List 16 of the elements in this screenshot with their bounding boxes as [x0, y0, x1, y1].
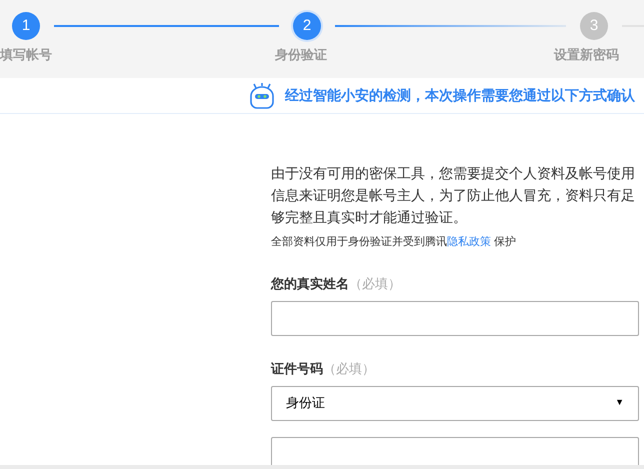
privacy-link[interactable]: 隐私政策	[447, 236, 491, 248]
privacy-note: 全部资料仅用于身份验证并受到腾讯隐私政策 保护	[271, 234, 516, 250]
id-type-select[interactable]: 身份证 ▼	[271, 386, 639, 420]
field-label: 您的真实姓名	[271, 274, 349, 293]
robot-icon	[247, 82, 277, 110]
step-number: 2	[293, 12, 321, 40]
input-field[interactable]	[271, 300, 639, 336]
field-label: 证件号码	[271, 360, 323, 378]
step-label: 身份验证	[275, 46, 327, 64]
notice-text: 经过智能小安的检测，本次操作需要您通过以下方式确认	[285, 86, 635, 105]
step-number: 1	[12, 12, 40, 40]
step-label: 设置新密码	[554, 46, 619, 64]
intro-paragraph: 由于没有可用的密保工具，您需要提交个人资料及帐号使用信息来证明您是帐号主人，为了防止他人冒充，资料只有足够完整且真实时才能通过验证。	[271, 164, 636, 227]
step-number: 3	[580, 12, 608, 40]
required-hint: （必填）	[323, 360, 375, 378]
required-hint: （必填）	[349, 274, 401, 293]
